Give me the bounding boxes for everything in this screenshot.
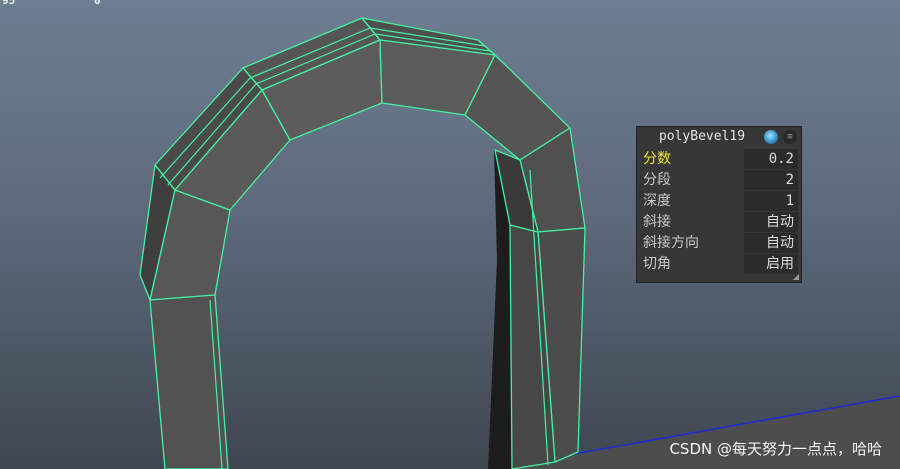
attr-label: 分段 [643,172,671,188]
attr-label: 切角 [643,256,671,272]
polybevel-panel: polyBevel19 ≡ 分数 0.2 分段 2 深度 1 斜接 自动 斜接方… [636,126,802,283]
attr-row-segments[interactable]: 分段 2 [640,170,798,190]
attr-row-miter-along[interactable]: 斜接方向 自动 [640,233,798,253]
attr-row-depth[interactable]: 深度 1 [640,191,798,211]
attr-value-field[interactable]: 2 [744,170,798,190]
attr-value-field[interactable]: 自动 [744,233,798,253]
attr-row-chamfer[interactable]: 切角 启用 [640,254,798,274]
attr-row-fraction[interactable]: 分数 0.2 [640,149,798,169]
panel-title: polyBevel19 [658,129,746,144]
viewport-3d[interactable]: 95 0 polyBevel19 ≡ 分数 0.2 分段 2 深度 1 斜接 自… [0,0,900,469]
attr-label: 深度 [643,193,671,209]
attr-value-field[interactable]: 1 [744,191,798,211]
attr-label: 斜接 [643,214,671,230]
attr-value-field[interactable]: 自动 [744,212,798,232]
menu-icon[interactable]: ≡ [783,130,797,144]
globe-icon[interactable] [764,130,778,144]
watermark: CSDN @每天努力一点点，哈哈 [669,440,882,458]
attr-row-mitering[interactable]: 斜接 自动 [640,212,798,232]
attr-label: 分数 [643,151,671,167]
attr-label: 斜接方向 [643,235,699,251]
hud-value-left: 95 [2,0,16,7]
hud-value-right: 0 [94,0,101,7]
attr-value-field[interactable]: 0.2 [744,149,798,169]
attr-value-field[interactable]: 启用 [744,254,798,274]
mesh-faces [139,17,586,469]
attribute-list: 分数 0.2 分段 2 深度 1 斜接 自动 斜接方向 自动 切角 启用 [640,149,798,275]
resize-handle-icon[interactable] [793,274,799,280]
